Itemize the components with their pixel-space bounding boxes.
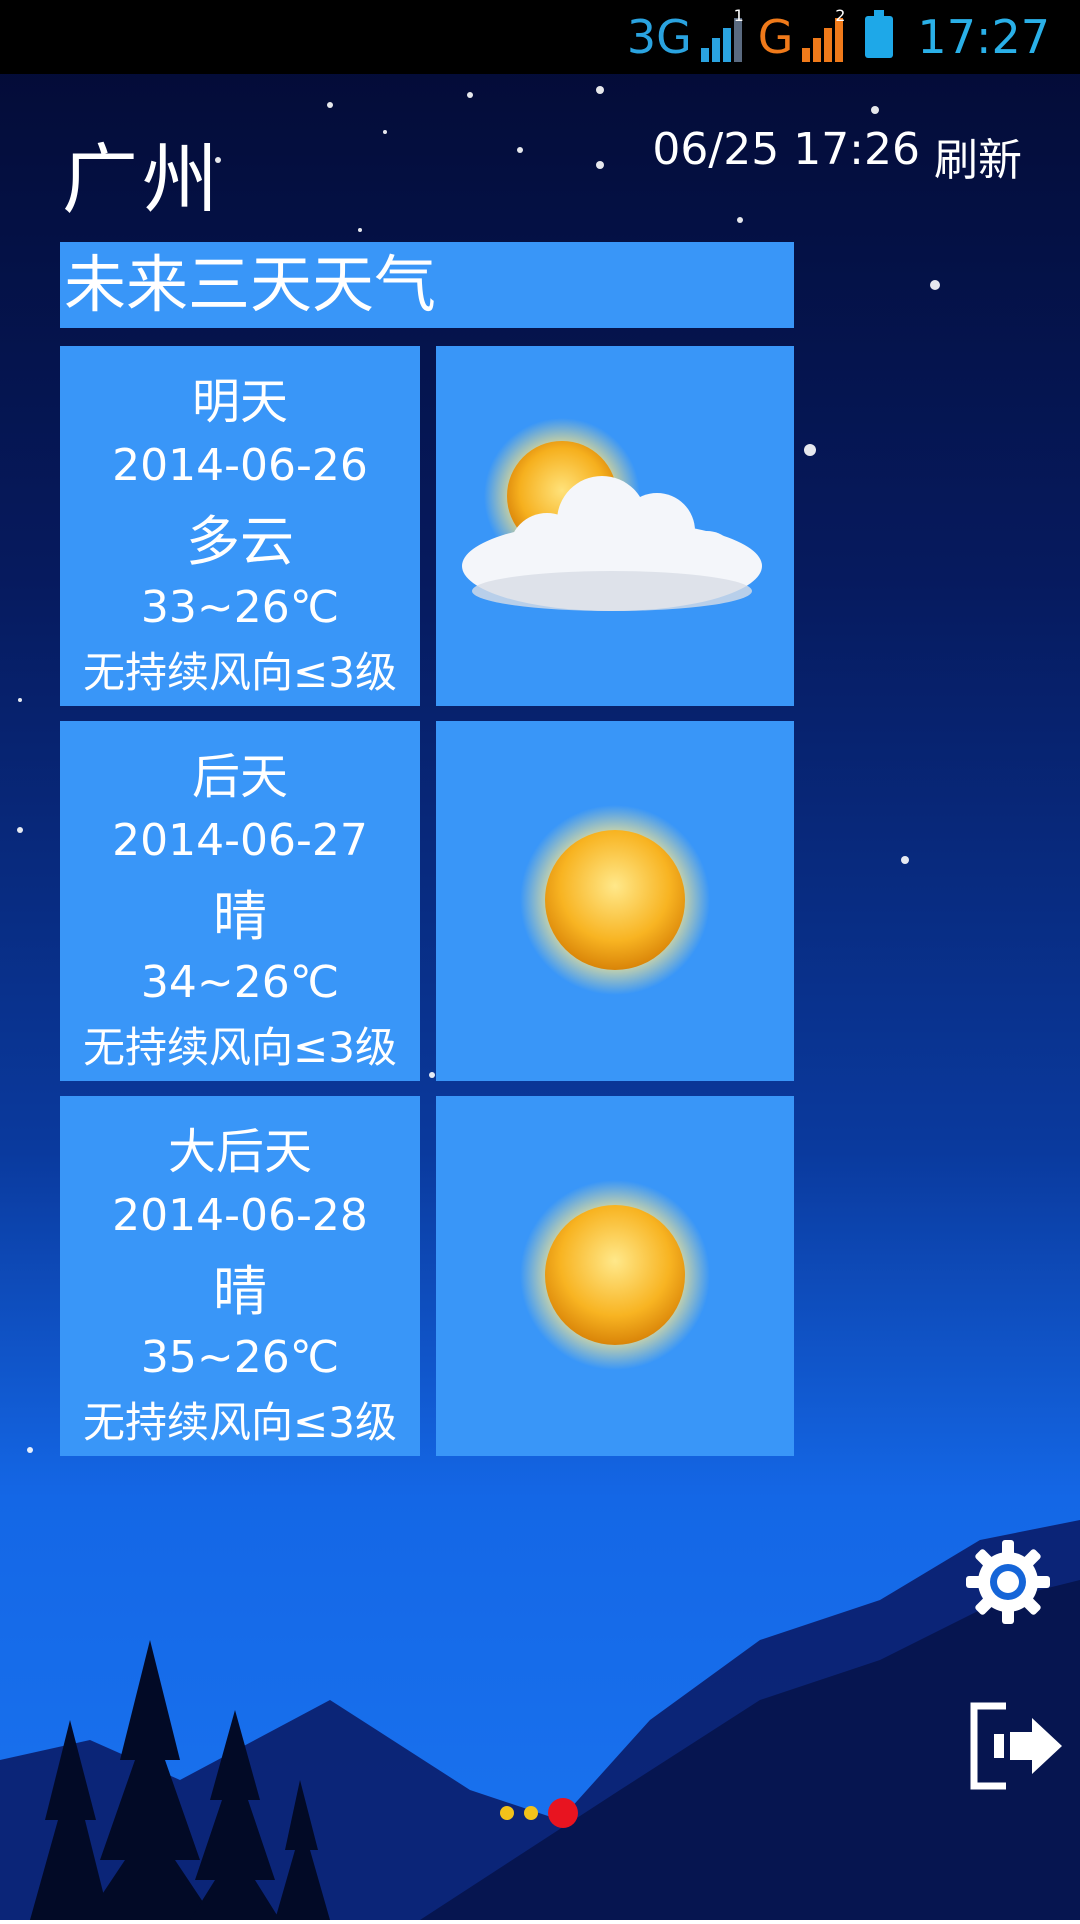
partly-cloudy-icon xyxy=(452,416,782,656)
signal-icon: 2 xyxy=(799,6,845,62)
refresh-button[interactable]: 刷新 xyxy=(934,124,1022,188)
forecast-date: 2014-06-28 xyxy=(112,1190,368,1241)
forecast-info-card: 明天 2014-06-26 多云 33~26℃ 无持续风向≤3级 xyxy=(60,346,420,706)
forecast-condition: 晴 xyxy=(213,1260,267,1323)
status-time: 17:27 xyxy=(917,10,1050,64)
gear-icon[interactable] xyxy=(964,1538,1052,1626)
battery-icon xyxy=(865,10,894,58)
page-dot[interactable] xyxy=(500,1806,514,1820)
forecast-day: 后天 xyxy=(191,749,288,805)
page-dot[interactable] xyxy=(524,1806,538,1820)
sim-number-1: 1 xyxy=(733,6,744,25)
forecast-icon-card xyxy=(436,346,794,706)
forecast-date: 2014-06-26 xyxy=(112,440,368,491)
forecast-info-card: 大后天 2014-06-28 晴 35~26℃ 无持续风向≤3级 xyxy=(60,1096,420,1456)
network-type-1: 3G xyxy=(626,10,692,64)
sunny-icon xyxy=(520,1180,710,1370)
forecast-day: 大后天 xyxy=(167,1124,312,1180)
forecast-temperature: 33~26℃ xyxy=(140,582,340,633)
network-type-2: G xyxy=(757,10,794,64)
signal-icon: 1 xyxy=(698,6,744,62)
sim-number-2: 2 xyxy=(835,6,846,25)
forecast-info-card: 后天 2014-06-27 晴 34~26℃ 无持续风向≤3级 xyxy=(60,721,420,1081)
forecast-condition: 多云 xyxy=(186,510,294,573)
forecast-wind: 无持续风向≤3级 xyxy=(83,648,397,697)
update-info: 06/25 17:26 刷新 xyxy=(652,124,1022,188)
forecast-condition: 晴 xyxy=(213,885,267,948)
forecast-icon-card xyxy=(436,1096,794,1456)
forecast-temperature: 35~26℃ xyxy=(140,1332,340,1383)
sunny-icon xyxy=(520,805,710,995)
status-bar: 3G 1 G 2 17:27 xyxy=(0,0,1080,74)
page-indicator xyxy=(500,1798,578,1828)
forecast-wind: 无持续风向≤3级 xyxy=(83,1023,397,1072)
exit-icon[interactable] xyxy=(966,1700,1066,1792)
city-name: 广州 xyxy=(62,135,222,224)
forecast-temperature: 34~26℃ xyxy=(140,957,340,1008)
forecast-date: 2014-06-27 xyxy=(112,815,368,866)
forecast-title: 未来三天天气 xyxy=(60,242,794,328)
forecast-icon-card xyxy=(436,721,794,1081)
forecast-day: 明天 xyxy=(191,374,288,430)
update-time: 06/25 17:26 xyxy=(652,124,920,175)
forecast-wind: 无持续风向≤3级 xyxy=(83,1398,397,1447)
page-dot-active[interactable] xyxy=(548,1798,578,1828)
